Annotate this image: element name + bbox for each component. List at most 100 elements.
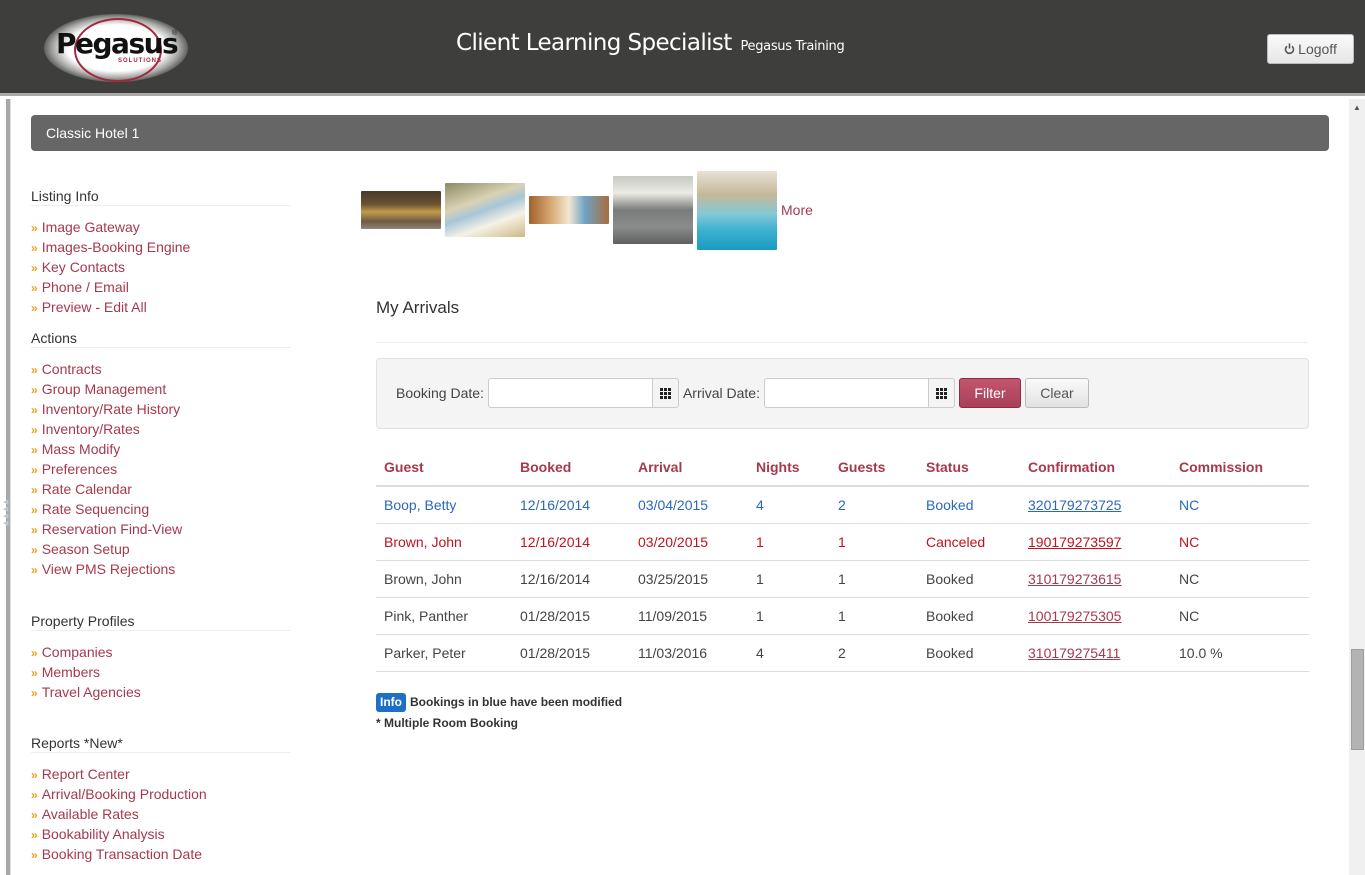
- cell-guest: Boop, Betty: [376, 486, 512, 524]
- hotel-name-bar: Classic Hotel 1: [31, 115, 1329, 151]
- page-scrollbar[interactable]: ▲: [1349, 99, 1365, 875]
- column-header-status[interactable]: Status: [918, 449, 1020, 487]
- column-header-confirmation[interactable]: Confirmation: [1020, 449, 1171, 487]
- column-header-commission[interactable]: Commission: [1171, 449, 1309, 487]
- sidebar-item-rate-calendar[interactable]: » Rate Calendar: [31, 479, 291, 499]
- sidebar-link[interactable]: View PMS Rejections: [42, 561, 176, 577]
- photo-guest-room-twin[interactable]: [529, 196, 609, 224]
- bullet-icon: »: [31, 768, 38, 782]
- booking-date-calendar-button[interactable]: [651, 378, 679, 408]
- cell-guests: 2: [830, 634, 918, 672]
- confirmation-link[interactable]: 320179273725: [1028, 497, 1121, 513]
- cell-status: Booked: [918, 486, 1020, 524]
- sidebar-link[interactable]: Members: [42, 664, 100, 680]
- confirmation-link[interactable]: 310179273615: [1028, 571, 1121, 587]
- photo-guest-room-bed[interactable]: [445, 183, 525, 237]
- sidebar-item-season-setup[interactable]: » Season Setup: [31, 539, 291, 559]
- sidebar-item-mass-modify[interactable]: » Mass Modify: [31, 439, 291, 459]
- sidebar-link[interactable]: Companies: [42, 644, 113, 660]
- bullet-icon: »: [31, 543, 38, 557]
- sidebar-item-contracts[interactable]: » Contracts: [31, 359, 291, 379]
- sidebar-item-rate-sequencing[interactable]: » Rate Sequencing: [31, 499, 291, 519]
- sidebar-item-inventory-rates[interactable]: » Inventory/Rates: [31, 419, 291, 439]
- sidebar-link[interactable]: Inventory/Rate History: [42, 401, 181, 417]
- column-header-booked[interactable]: Booked: [512, 449, 630, 487]
- column-header-guest[interactable]: Guest: [376, 449, 512, 487]
- sidebar-link[interactable]: Arrival/Booking Production: [42, 786, 207, 802]
- filter-button[interactable]: Filter: [958, 378, 1021, 408]
- sidebar-link[interactable]: Bookability Analysis: [42, 826, 165, 842]
- multi-room-note: * Multiple Room Booking: [376, 716, 518, 730]
- splitter-bar[interactable]: [6, 99, 10, 875]
- sidebar-item-preferences[interactable]: » Preferences: [31, 459, 291, 479]
- collapse-arrows-icon[interactable]: ◀ ◀ ◀ ◀: [3, 499, 8, 527]
- arrivals-table: Guest Booked Arrival Nights Guests Statu…: [376, 449, 1309, 672]
- sidebar-link[interactable]: Travel Agencies: [42, 684, 141, 700]
- confirmation-link[interactable]: 190179273597: [1028, 534, 1121, 550]
- sidebar-item-arrival-booking-production[interactable]: » Arrival/Booking Production: [31, 784, 291, 804]
- photo-hotel-exterior[interactable]: [361, 191, 441, 229]
- arrival-date-input[interactable]: [763, 378, 928, 408]
- sidebar-item-members[interactable]: » Members: [31, 662, 291, 682]
- confirmation-link[interactable]: 310179275411: [1028, 645, 1120, 661]
- sidebar-link[interactable]: Phone / Email: [42, 279, 129, 295]
- sidebar-heading: Actions: [31, 328, 291, 348]
- cell-nights: 4: [748, 634, 830, 672]
- logoff-button[interactable]: Logoff: [1267, 34, 1354, 64]
- cell-confirmation: 310179273615: [1020, 560, 1171, 598]
- sidebar-link[interactable]: Rate Sequencing: [42, 501, 149, 517]
- sidebar-link[interactable]: Preview - Edit All: [42, 299, 147, 315]
- sidebar-item-booking-transaction-date[interactable]: » Booking Transaction Date: [31, 844, 291, 864]
- sidebar-item-available-rates[interactable]: » Available Rates: [31, 804, 291, 824]
- clear-button[interactable]: Clear: [1024, 378, 1089, 408]
- cell-booked: 01/28/2015: [512, 597, 630, 635]
- sidebar-link[interactable]: Group Management: [42, 381, 167, 397]
- sidebar-item-image-gateway[interactable]: » Image Gateway: [31, 217, 291, 237]
- sidebar-link[interactable]: Images-Booking Engine: [42, 239, 191, 255]
- sidebar-link[interactable]: Reservation Find-View: [42, 521, 183, 537]
- bullet-icon: »: [31, 563, 38, 577]
- sidebar-item-key-contacts[interactable]: » Key Contacts: [31, 257, 291, 277]
- column-header-nights[interactable]: Nights: [748, 449, 830, 487]
- confirmation-link[interactable]: 100179275305: [1028, 608, 1121, 624]
- sidebar-link[interactable]: Mass Modify: [42, 441, 121, 457]
- more-photos-link[interactable]: More: [781, 202, 813, 218]
- pegasus-logo[interactable]: Pegasus ® SOLUTIONS: [44, 14, 188, 82]
- sidebar-splitter[interactable]: ◀ ◀ ◀ ◀: [0, 99, 11, 875]
- sidebar-item-view-pms-rejections[interactable]: » View PMS Rejections: [31, 559, 291, 579]
- sidebar-link[interactable]: Rate Calendar: [42, 481, 132, 497]
- bullet-icon: »: [31, 686, 38, 700]
- sidebar-heading: Reports *New*: [31, 733, 291, 753]
- column-header-guests[interactable]: Guests: [830, 449, 918, 487]
- sidebar-item-bookability-analysis[interactable]: » Bookability Analysis: [31, 824, 291, 844]
- photo-fitness-center[interactable]: [613, 176, 693, 244]
- sidebar-link[interactable]: Inventory/Rates: [42, 421, 140, 437]
- sidebar-item-images-booking-engine[interactable]: » Images-Booking Engine: [31, 237, 291, 257]
- scroll-thumb[interactable]: [1351, 649, 1364, 750]
- photo-indoor-pool[interactable]: [697, 170, 777, 250]
- scroll-up-arrow-icon[interactable]: ▲: [1349, 99, 1365, 117]
- calendar-grid-icon: [659, 387, 671, 399]
- sidebar-link[interactable]: Preferences: [42, 461, 117, 477]
- sidebar-item-companies[interactable]: » Companies: [31, 642, 291, 662]
- column-header-arrival[interactable]: Arrival: [630, 449, 748, 487]
- sidebar-item-preview-edit-all[interactable]: » Preview - Edit All: [31, 297, 291, 317]
- sidebar-link[interactable]: Season Setup: [42, 541, 130, 557]
- arrival-date-calendar-button[interactable]: [927, 378, 955, 408]
- logoff-label: Logoff: [1298, 41, 1337, 57]
- sidebar-item-inventory-rate-history[interactable]: » Inventory/Rate History: [31, 399, 291, 419]
- sidebar-link[interactable]: Image Gateway: [42, 219, 140, 235]
- sidebar-item-travel-agencies[interactable]: » Travel Agencies: [31, 682, 291, 702]
- sidebar-item-reservation-find-view[interactable]: » Reservation Find-View: [31, 519, 291, 539]
- booking-date-input[interactable]: [487, 378, 652, 408]
- sidebar-item-report-center[interactable]: » Report Center: [31, 764, 291, 784]
- sidebar-link[interactable]: Report Center: [42, 766, 130, 782]
- sidebar-link[interactable]: Key Contacts: [42, 259, 125, 275]
- sidebar-link[interactable]: Contracts: [42, 361, 102, 377]
- cell-commission: 10.0 %: [1171, 634, 1309, 672]
- sidebar-link[interactable]: Available Rates: [42, 806, 139, 822]
- sidebar-link[interactable]: Booking Transaction Date: [42, 846, 202, 862]
- sidebar-item-group-management[interactable]: » Group Management: [31, 379, 291, 399]
- cell-confirmation: 190179273597: [1020, 523, 1171, 561]
- sidebar-item-phone-email[interactable]: » Phone / Email: [31, 277, 291, 297]
